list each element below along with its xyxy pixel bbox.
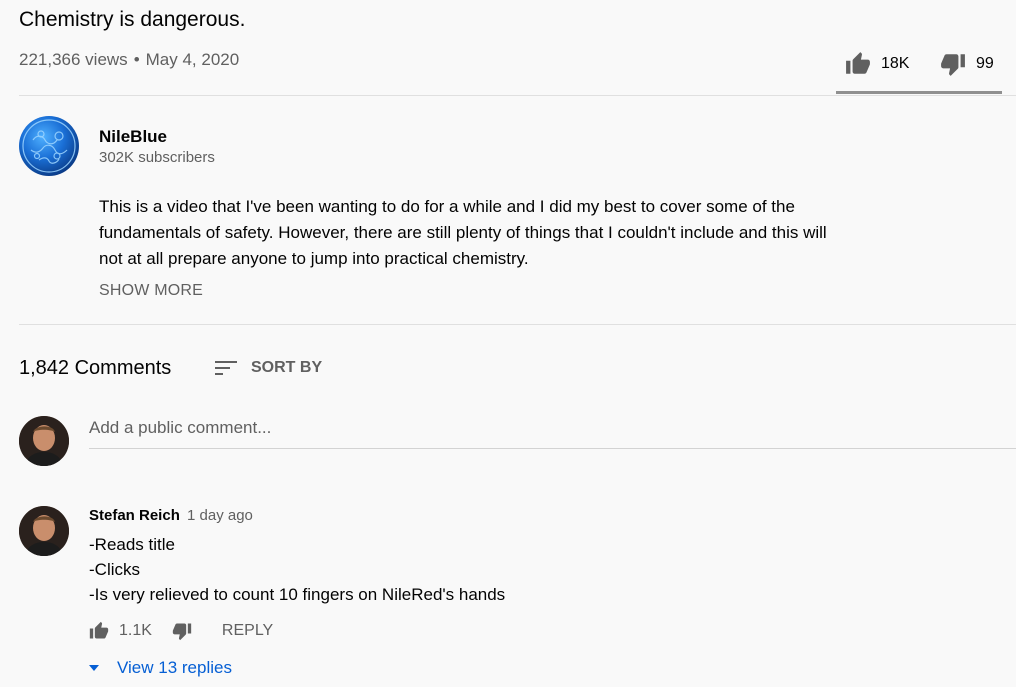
add-comment-input[interactable]: [89, 418, 1016, 438]
meta-separator: •: [133, 50, 140, 69]
comment-avatar-art: [19, 506, 69, 556]
caret-down-icon: [89, 665, 99, 671]
user-avatar-art: [19, 416, 69, 466]
add-comment-area: [89, 418, 1016, 449]
channel-avatar[interactable]: [19, 116, 79, 176]
comment-timestamp[interactable]: 1 day ago: [187, 507, 253, 524]
divider-top: [19, 95, 1016, 96]
sort-by-button[interactable]: SORT BY: [213, 356, 322, 380]
sort-by-label: SORT BY: [251, 359, 323, 376]
description-line: not at all prepare anyone to jump into p…: [99, 249, 529, 268]
dislike-button[interactable]: 99: [940, 51, 994, 77]
view-count: 221,366 views: [19, 50, 128, 69]
channel-avatar-art: [22, 119, 76, 173]
video-description: This is a video that I've been wanting t…: [99, 194, 859, 272]
comments-count: 1,842 Comments: [19, 357, 172, 379]
video-title: Chemistry is dangerous.: [19, 8, 246, 31]
comment-author-avatar[interactable]: [19, 506, 69, 556]
comment-author[interactable]: Stefan Reich: [89, 507, 180, 524]
description-line: fundamentals of safety. However, there a…: [99, 223, 827, 242]
like-button[interactable]: 18K: [845, 51, 909, 77]
comment-like-icon[interactable]: [89, 621, 109, 641]
view-replies-button[interactable]: View 13 replies: [89, 658, 232, 678]
divider-description: [19, 324, 1016, 325]
dislike-count: 99: [976, 55, 994, 72]
channel-name[interactable]: NileBlue: [99, 127, 167, 147]
thumb-down-icon: [941, 54, 965, 76]
sentiment-bar: [836, 91, 1002, 94]
thumb-up-icon: [846, 52, 870, 74]
like-dislike-bar: 18K 99: [836, 46, 1002, 94]
publish-date: May 4, 2020: [145, 50, 240, 69]
sort-icon: [215, 361, 237, 375]
subscriber-count: 302K subscribers: [99, 149, 215, 166]
current-user-avatar: [19, 416, 69, 466]
view-replies-label: View 13 replies: [117, 658, 232, 677]
comment-text-line: -Is very relieved to count 10 fingers on…: [89, 585, 506, 604]
comment-text-line: -Clicks: [89, 560, 140, 579]
description-line: This is a video that I've been wanting t…: [99, 197, 795, 216]
comment-text-line: -Reads title: [89, 535, 175, 554]
comment-like-count: 1.1K: [119, 622, 152, 639]
reply-button[interactable]: REPLY: [222, 622, 273, 640]
show-more-button[interactable]: SHOW MORE: [99, 282, 203, 300]
comment-dislike-icon[interactable]: [172, 621, 192, 641]
like-count: 18K: [881, 55, 910, 72]
comment-actions: 1.1K REPLY: [89, 621, 273, 641]
video-meta: 221,366 views • May 4, 2020: [19, 50, 239, 70]
